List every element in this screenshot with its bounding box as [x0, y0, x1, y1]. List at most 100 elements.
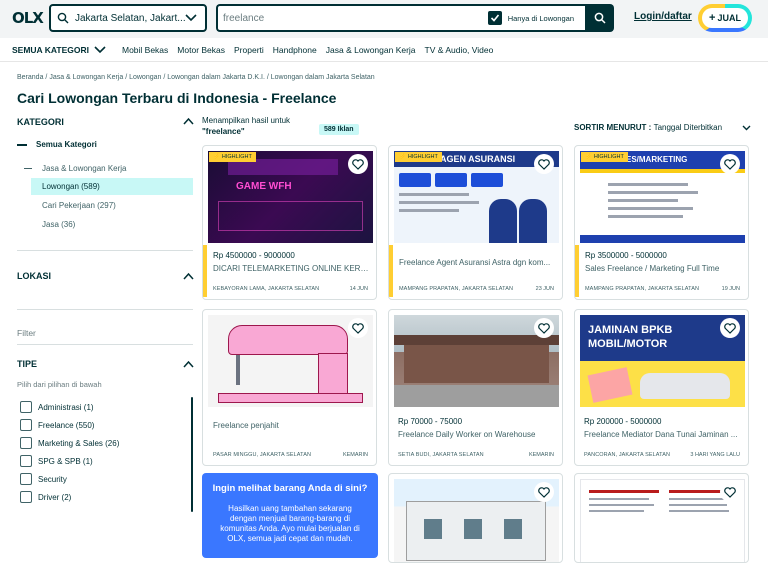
listing-title: Freelance Daily Worker on Warehouse — [398, 430, 536, 439]
listing-card[interactable]: Rp 70000 - 75000 Freelance Daily Worker … — [388, 309, 563, 466]
nav-item[interactable]: Mobil Bekas — [122, 45, 168, 55]
parent-category-link[interactable]: Jasa & Lowongan Kerja — [42, 164, 127, 173]
search-input[interactable]: freelance Hanya di Lowongan — [216, 4, 586, 32]
listing-title: Freelance penjahit — [213, 421, 279, 430]
type-heading: TIPE — [17, 359, 38, 369]
favorite-button[interactable] — [720, 318, 740, 338]
checkbox[interactable] — [20, 473, 32, 485]
category-nav: SEMUA KATEGORI Mobil Bekas Motor Bekas P… — [0, 38, 768, 62]
sell-promo-card[interactable]: Ingin melihat barang Anda di sini? Hasil… — [202, 473, 378, 558]
type-option[interactable]: Administrasi (1) — [20, 398, 119, 416]
type-option-label: Marketing & Sales (26) — [38, 438, 120, 448]
listing-title: DICARI TELEMARKETING ONLINE KERJA... — [213, 264, 371, 273]
listing-date: 23 JUN — [535, 286, 554, 292]
sort-value: Tanggal Diterbitkan — [653, 123, 723, 132]
favorite-button[interactable] — [534, 318, 554, 338]
heart-icon — [538, 486, 550, 498]
only-jobs-checkbox[interactable] — [487, 11, 502, 25]
sidebar-scrollbar[interactable] — [191, 397, 193, 512]
type-option-label: Driver (2) — [38, 492, 72, 502]
type-option-label: Administrasi (1) — [38, 402, 94, 412]
type-option[interactable]: Marketing & Sales (26) — [20, 434, 119, 452]
type-option[interactable]: Driver (2) — [20, 488, 119, 506]
olx-logo[interactable]: OLX — [12, 9, 44, 27]
favorite-button[interactable] — [348, 318, 368, 338]
breadcrumb-item[interactable]: Lowongan dalam Jakarta D.K.I. — [167, 74, 265, 81]
type-option[interactable]: SPG & SPB (1) — [20, 452, 119, 470]
chevron-down-icon — [94, 45, 106, 53]
sort-label: SORTIR MENURUT : — [574, 123, 652, 132]
promo-body: Hasilkan uang tambahan sekarang dengan m… — [220, 504, 360, 543]
location-value: Jakarta Selatan, Jakart... — [75, 12, 185, 24]
selected-category[interactable]: Lowongan (589) — [31, 178, 193, 195]
favorite-button[interactable] — [534, 482, 554, 502]
type-option[interactable]: Security — [20, 470, 119, 488]
breadcrumb-item[interactable]: Beranda — [17, 74, 43, 81]
listing-location: SETIA BUDI, JAKARTA SELATAN — [398, 452, 484, 458]
chevron-up-icon[interactable] — [183, 117, 194, 125]
breadcrumb: Beranda / Jasa & Lowongan Kerja / Lowong… — [17, 74, 375, 81]
favorite-button[interactable] — [534, 154, 554, 174]
sell-button[interactable]: + JUAL — [698, 4, 752, 32]
heart-icon — [724, 158, 736, 170]
listing-card[interactable]: AGEN ASURANSI ⚡ HIGHLIGHT Freelance Agent… — [388, 145, 563, 300]
sort-dropdown[interactable]: SORTIR MENURUT : Tanggal Diterbitkan — [574, 123, 751, 132]
type-option[interactable]: Freelance (550) — [20, 416, 119, 434]
all-categories-dropdown[interactable]: SEMUA KATEGORI — [12, 45, 106, 55]
listing-price: Rp 200000 - 5000000 — [584, 417, 662, 426]
login-link[interactable]: Login/daftar — [634, 11, 692, 22]
divider — [17, 344, 193, 345]
listing-card[interactable]: SALES/MARKETING ⚡ HIGHLIGHT Rp 3500000 - … — [574, 145, 749, 300]
nav-item[interactable]: TV & Audio, Video — [425, 45, 494, 55]
location-heading: LOKASI — [17, 271, 52, 281]
listing-card[interactable]: Freelance penjahit PASAR MINGGU, JAKARTA… — [202, 309, 377, 466]
heart-icon — [724, 322, 736, 334]
location-selector[interactable]: Jakarta Selatan, Jakart... — [49, 4, 207, 32]
type-option-label: SPG & SPB (1) — [38, 456, 93, 466]
type-option-label: Freelance (550) — [38, 420, 95, 430]
listing-card[interactable] — [574, 473, 749, 563]
divider — [17, 309, 193, 310]
checkbox[interactable] — [20, 401, 32, 413]
listing-title: Sales Freelance / Marketing Full Time — [585, 264, 720, 273]
nav-item[interactable]: Jasa & Lowongan Kerja — [326, 45, 416, 55]
listing-price: Rp 3500000 - 5000000 — [585, 251, 667, 260]
checkbox[interactable] — [20, 491, 32, 503]
listing-date: 3 HARI YANG LALU — [690, 452, 740, 458]
favorite-button[interactable] — [720, 482, 740, 502]
subcategory-link[interactable]: Jasa (36) — [42, 220, 75, 229]
nav-item[interactable]: Motor Bekas — [177, 45, 225, 55]
nav-item[interactable]: Handphone — [273, 45, 317, 55]
nav-item[interactable]: Properti — [234, 45, 264, 55]
chevron-down-icon — [742, 125, 751, 130]
listing-card[interactable] — [388, 473, 563, 563]
subcategory-link[interactable]: Cari Pekerjaan (297) — [42, 201, 116, 210]
heart-icon — [538, 322, 550, 334]
all-categories-link[interactable]: Semua Kategori — [36, 140, 97, 149]
highlight-badge: ⚡ HIGHLIGHT — [581, 152, 628, 162]
listing-card[interactable]: GAME WFH ⚡ HIGHLIGHT Rp 4500000 - 9000000… — [202, 145, 377, 300]
breadcrumb-item[interactable]: Jasa & Lowongan Kerja — [49, 74, 123, 81]
all-categories-label: SEMUA KATEGORI — [12, 44, 89, 55]
chevron-up-icon[interactable] — [183, 272, 194, 280]
checkbox[interactable] — [20, 419, 32, 431]
search-icon — [57, 12, 69, 24]
lightning-icon: ⚡ — [585, 154, 592, 160]
highlight-label: HIGHLIGHT — [593, 154, 624, 160]
listing-location: MAMPANG PRAPATAN, JAKARTA SELATAN — [585, 286, 700, 292]
checkbox[interactable] — [20, 455, 32, 467]
location-filter-input[interactable]: Filter — [17, 328, 36, 338]
breadcrumb-item[interactable]: Lowongan dalam Jakarta Selatan — [271, 74, 375, 81]
listing-title: Freelance Mediator Dana Tunai Jaminan ..… — [584, 430, 738, 439]
listing-card[interactable]: JAMINAN BPKB MOBIL/MOTOR Rp 200000 - 500… — [574, 309, 749, 466]
category-heading: KATEGORI — [17, 117, 64, 127]
chevron-up-icon[interactable] — [183, 360, 194, 368]
heart-icon — [352, 158, 364, 170]
checkbox[interactable] — [20, 437, 32, 449]
favorite-button[interactable] — [720, 154, 740, 174]
listing-title: Freelance Agent Asuransi Astra dgn kom..… — [399, 258, 551, 267]
favorite-button[interactable] — [348, 154, 368, 174]
highlight-badge: ⚡ HIGHLIGHT — [209, 152, 256, 162]
breadcrumb-item[interactable]: Lowongan — [129, 74, 161, 81]
search-button[interactable] — [585, 4, 614, 32]
